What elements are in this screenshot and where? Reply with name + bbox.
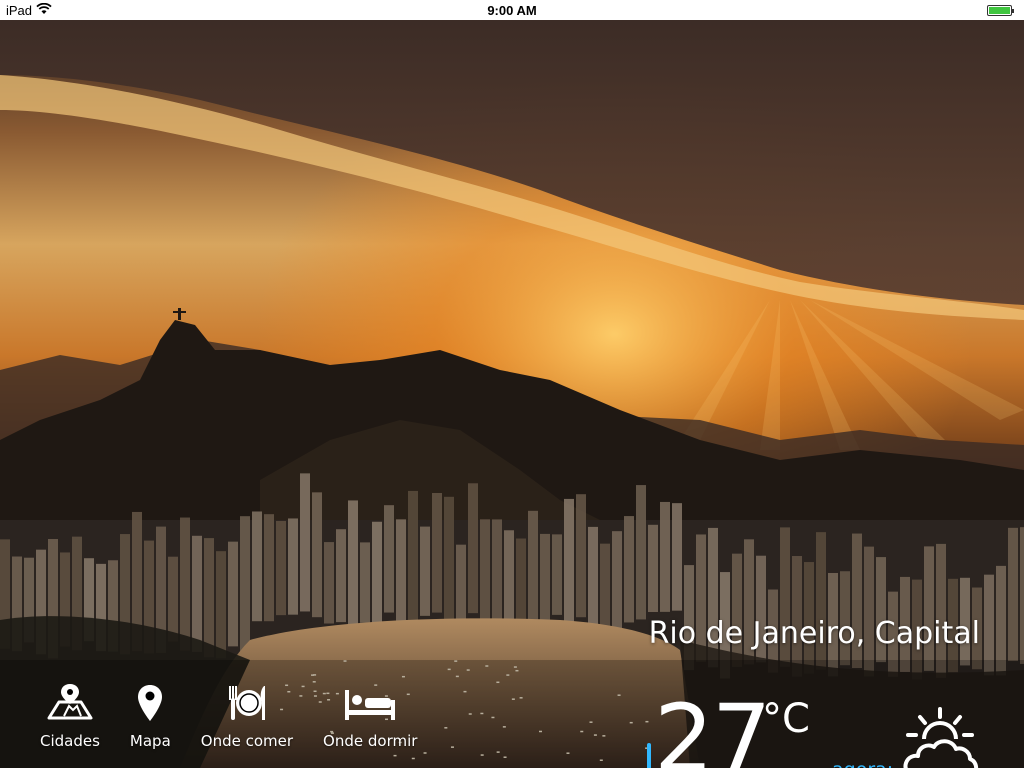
bed-icon — [343, 680, 397, 722]
partly-cloudy-icon — [900, 707, 980, 768]
weather-panel: Rio de Janeiro, Capital 27 °C agora: — [640, 616, 980, 768]
battery-icon — [987, 4, 1014, 16]
status-time: 9:00 AM — [487, 2, 537, 18]
temperature-unit: °C — [762, 696, 810, 742]
nav-item-onde-dormir[interactable]: Onde dormir — [323, 680, 417, 750]
nav-item-cidades[interactable]: Cidades — [40, 680, 100, 750]
nav-item-mapa[interactable]: Mapa — [130, 680, 171, 750]
nav-label-onde-comer: Onde comer — [200, 732, 294, 750]
bottom-navigation: Cidades Mapa Onde comer Onde dormir — [40, 680, 447, 750]
plate-cutlery-icon — [227, 680, 267, 722]
wifi-icon — [36, 2, 52, 18]
now-label: agora: — [832, 759, 893, 768]
status-left: iPad — [6, 2, 52, 18]
nav-label-mapa: Mapa — [129, 732, 171, 750]
map-area-icon — [45, 680, 95, 722]
map-pin-icon — [137, 680, 163, 722]
nav-item-onde-comer[interactable]: Onde comer — [201, 680, 293, 750]
status-bar: iPad 9:00 AM — [0, 0, 1024, 20]
nav-label-cidades: Cidades — [40, 732, 100, 750]
device-name: iPad — [6, 2, 33, 18]
nav-label-onde-dormir: Onde dormir — [323, 732, 418, 750]
thermometer-icon — [644, 743, 654, 768]
temperature-row: 27 °C agora: — [640, 651, 980, 768]
city-name: Rio de Janeiro, Capital — [648, 616, 980, 651]
temperature-value: 27 — [654, 685, 772, 768]
